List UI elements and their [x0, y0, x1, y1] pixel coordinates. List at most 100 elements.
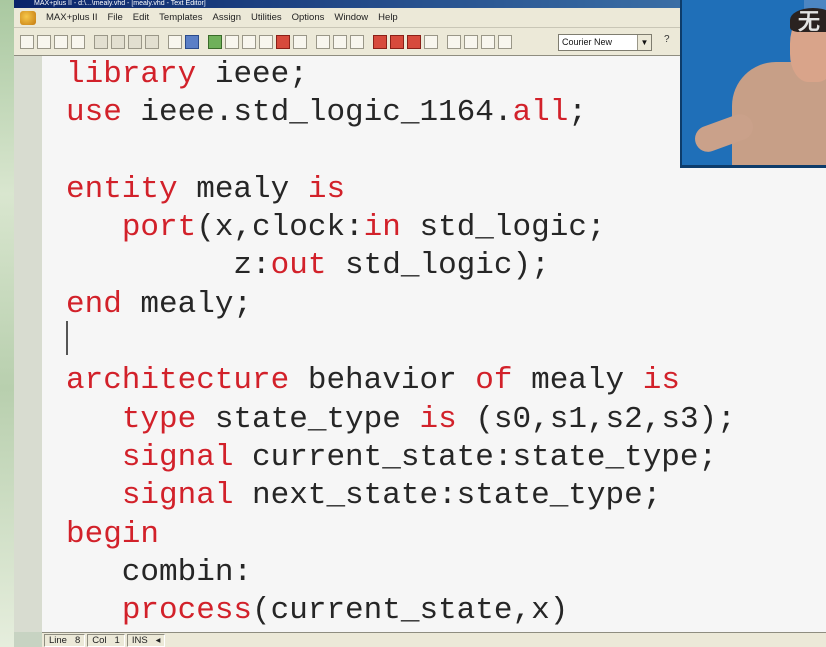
code-keyword: end — [66, 286, 122, 322]
delete-icon[interactable] — [145, 34, 159, 49]
floorplan-icon[interactable] — [225, 34, 239, 49]
code-text: (current_state,x) — [252, 593, 569, 629]
menu-bar: MAX+plus II File Edit Templates Assign U… — [14, 8, 680, 28]
hierarchy-icon[interactable] — [208, 34, 222, 49]
code-keyword: all — [512, 95, 569, 131]
status-line-value: 8 — [74, 634, 81, 646]
open-file-icon[interactable] — [37, 34, 51, 49]
code-line[interactable] — [66, 133, 736, 171]
code-keyword: in — [363, 210, 401, 246]
timing-analyzer-icon[interactable] — [333, 34, 347, 49]
code-text: combin: — [66, 554, 253, 590]
text-editor-icon[interactable] — [350, 34, 364, 49]
webcam-overlay-text: 无 — [798, 10, 821, 35]
chevron-down-icon[interactable]: ▼ — [637, 35, 651, 50]
code-keyword: is — [419, 401, 457, 437]
code-keyword: is — [642, 363, 680, 399]
new-file-icon[interactable] — [20, 34, 34, 49]
menu-file[interactable]: File — [107, 12, 122, 23]
simulator-icon[interactable] — [316, 34, 330, 49]
code-keyword: architecture — [66, 363, 290, 399]
code-line[interactable]: combin: — [66, 554, 736, 592]
waveform-icon[interactable] — [407, 34, 421, 49]
project-save-icon[interactable] — [259, 34, 273, 49]
code-keyword: entity — [66, 171, 178, 207]
undo-icon[interactable] — [168, 34, 182, 49]
find-icon[interactable] — [447, 34, 461, 49]
code-line[interactable]: signal next_state:state_type; — [66, 477, 736, 515]
code-text: ieee.std_logic_1164. — [121, 95, 513, 131]
text-cursor — [66, 321, 68, 355]
help-pointer-icon[interactable] — [185, 34, 199, 49]
desktop-background-strip — [0, 0, 14, 647]
status-col: Col 1 — [87, 633, 125, 647]
menu-assign[interactable]: Assign — [212, 12, 241, 23]
replace-icon[interactable] — [464, 34, 478, 49]
bookmark-icon[interactable] — [498, 34, 512, 49]
code-line[interactable] — [66, 324, 736, 362]
code-keyword: signal — [121, 439, 234, 475]
code-line[interactable]: signal current_state:state_type; — [66, 439, 736, 477]
menu-utilities[interactable]: Utilities — [251, 12, 282, 23]
menu-edit[interactable]: Edit — [133, 12, 149, 23]
code-area[interactable]: library ieee; use ieee.std_logic_1164.all… — [66, 56, 736, 630]
window-title: MAX+plus II - d:\...\mealy.vhd - [mealy.… — [34, 0, 206, 7]
maxplus-logo-icon[interactable] — [20, 10, 36, 25]
menu-window[interactable]: Window — [334, 12, 368, 23]
compile-icon[interactable] — [276, 34, 290, 49]
save-icon[interactable] — [54, 34, 68, 49]
window-title-bar: MAX+plus II - d:\...\mealy.vhd - [mealy.… — [14, 0, 680, 8]
paste-icon[interactable] — [128, 34, 142, 49]
status-line: Line 8 — [44, 633, 86, 647]
edit-symbol-icon[interactable] — [293, 34, 307, 49]
code-text: mealy — [512, 363, 643, 399]
code-text: (x,clock: — [196, 210, 364, 246]
code-keyword: begin — [66, 516, 160, 552]
code-line[interactable]: type state_type is (s0,s1,s2,s3); — [66, 401, 736, 439]
code-text: mealy; — [121, 286, 253, 322]
project-open-icon[interactable] — [242, 34, 256, 49]
code-line[interactable]: architecture behavior of mealy is — [66, 362, 736, 400]
menu-templates[interactable]: Templates — [159, 12, 202, 23]
menu-help[interactable]: Help — [378, 12, 398, 23]
code-line[interactable]: port(x,clock:in std_logic; — [66, 209, 736, 247]
code-text: std_logic; — [400, 210, 606, 246]
code-text: next_state:state_type; — [233, 478, 662, 514]
status-bar: Line 8 Col 1 INS ◂ — [42, 632, 826, 647]
menu-maxplus[interactable]: MAX+plus II — [46, 12, 97, 23]
code-line[interactable]: begin — [66, 516, 736, 554]
code-line[interactable]: z:out std_logic); — [66, 247, 736, 285]
code-line[interactable]: process(current_state,x) — [66, 592, 736, 630]
code-text: behavior — [289, 363, 476, 399]
code-line[interactable]: end mealy; — [66, 286, 736, 324]
code-keyword: process — [121, 593, 253, 629]
code-text: state_type — [196, 401, 420, 437]
programmer-icon[interactable] — [373, 34, 387, 49]
status-line-label: Line — [49, 634, 67, 646]
help-icon[interactable]: ? — [664, 34, 674, 51]
code-keyword: is — [307, 171, 346, 207]
code-text: mealy — [177, 171, 308, 207]
font-select-value: Courier New — [562, 37, 613, 47]
font-select[interactable]: Courier New ▼ — [558, 34, 652, 51]
code-line[interactable]: use ieee.std_logic_1164.all; — [66, 94, 736, 132]
graphic-editor-icon[interactable] — [424, 34, 438, 49]
scroll-left-arrow-icon[interactable]: ◂ — [156, 635, 161, 646]
editor-left-margin — [14, 56, 43, 632]
code-keyword: signal — [121, 478, 234, 514]
copy-icon[interactable] — [111, 34, 125, 49]
goto-icon[interactable] — [481, 34, 495, 49]
code-line[interactable]: entity mealy is — [66, 171, 736, 209]
status-col-value: 1 — [114, 634, 120, 646]
cut-icon[interactable] — [94, 34, 108, 49]
message-icon[interactable] — [390, 34, 404, 49]
code-keyword: out — [270, 248, 327, 284]
menu-options[interactable]: Options — [292, 12, 325, 23]
status-mode-value: INS — [131, 634, 148, 646]
print-icon[interactable] — [71, 34, 85, 49]
code-line[interactable]: library ieee; — [66, 56, 736, 94]
